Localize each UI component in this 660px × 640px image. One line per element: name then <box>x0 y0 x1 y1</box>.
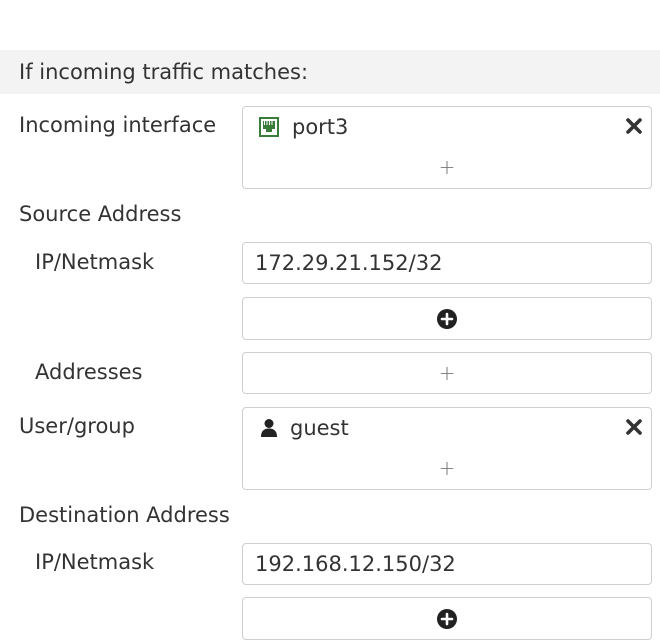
destination-ip-label: IP/Netmask <box>35 550 155 574</box>
add-source-ip-button[interactable] <box>242 297 652 340</box>
source-addresses-field[interactable]: + <box>242 352 652 394</box>
add-destination-ip-button[interactable] <box>242 597 652 640</box>
source-ip-input[interactable]: 172.29.21.152/32 <box>242 242 652 284</box>
add-user-group-button[interactable]: + <box>439 458 456 478</box>
add-address-button[interactable]: + <box>439 363 456 383</box>
user-chip-label: guest <box>290 416 349 440</box>
remove-icon[interactable] <box>625 418 643 436</box>
interface-chip-label: port3 <box>292 115 349 139</box>
network-port-icon <box>258 116 280 138</box>
remove-icon[interactable] <box>625 117 643 135</box>
section-header: If incoming traffic matches: <box>0 50 660 94</box>
add-interface-button[interactable]: + <box>439 157 456 177</box>
source-address-heading: Source Address <box>19 202 182 226</box>
user-group-label: User/group <box>19 414 135 438</box>
interface-chip-port3: port3 <box>258 111 348 143</box>
incoming-interface-field[interactable]: port3 + <box>242 106 652 189</box>
source-addresses-label: Addresses <box>35 360 143 384</box>
user-icon <box>258 417 280 439</box>
user-chip-guest: guest <box>258 412 349 444</box>
add-circle-icon <box>437 308 457 329</box>
add-circle-icon <box>437 608 457 629</box>
destination-address-heading: Destination Address <box>19 503 230 527</box>
incoming-interface-label: Incoming interface <box>19 113 217 137</box>
destination-ip-input[interactable]: 192.168.12.150/32 <box>242 543 652 585</box>
user-group-field[interactable]: guest + <box>242 407 652 490</box>
source-ip-label: IP/Netmask <box>35 250 155 274</box>
